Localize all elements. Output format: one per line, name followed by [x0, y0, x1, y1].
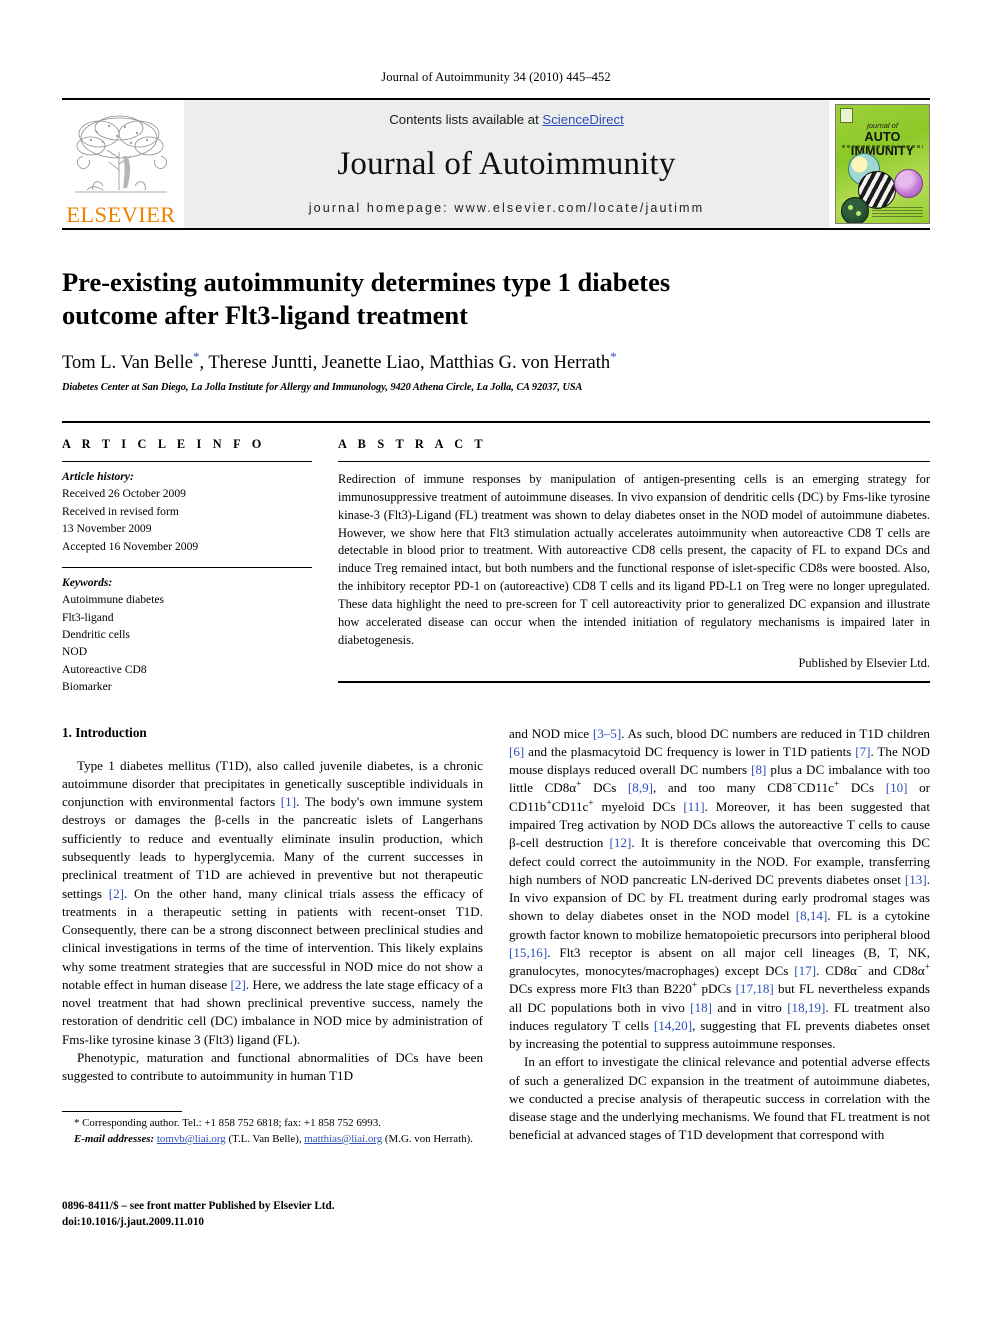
contents-lists-line: Contents lists available at ScienceDirec…: [389, 112, 624, 127]
article-history-item: 13 November 2009: [62, 522, 152, 536]
paragraph: In an effort to investigate the clinical…: [509, 1054, 930, 1143]
footnote-email-label: E-mail addresses:: [74, 1132, 155, 1145]
citation-reference[interactable]: [10]: [886, 780, 908, 795]
corresponding-author-marker: *: [610, 348, 617, 364]
abstract-heading: A B S T R A C T: [338, 436, 487, 451]
journal-masthead: ELSEVIER Contents lists available at Sci…: [62, 98, 930, 228]
email-link-2[interactable]: matthias@liai.org: [304, 1133, 382, 1145]
citation-reference[interactable]: [13]: [905, 872, 927, 887]
citation-reference[interactable]: [6]: [509, 744, 524, 759]
paper-page: Journal of Autoimmunity 34 (2010) 445–45…: [0, 0, 992, 1323]
sciencedirect-link[interactable]: ScienceDirect: [542, 112, 623, 127]
citation-reference[interactable]: [18,19]: [787, 1000, 825, 1015]
article-history-label: Article history:: [62, 469, 134, 483]
citation-reference[interactable]: [8]: [751, 762, 766, 777]
body-column-left: 1. Introduction Type 1 diabetes mellitus…: [62, 725, 483, 1148]
journal-homepage-line[interactable]: journal homepage: www.elsevier.com/locat…: [309, 201, 705, 215]
abstract-bottom-rule: [338, 680, 930, 683]
elsevier-logo: ELSEVIER: [62, 100, 180, 228]
email-link-1[interactable]: tomvb@liai.org: [157, 1133, 226, 1145]
cover-line-2: AUTO IMMUNITY: [850, 130, 915, 158]
keyword-item: Dendritic cells: [62, 628, 130, 642]
corresponding-author-marker: *: [192, 348, 200, 364]
elsevier-wordmark: ELSEVIER: [66, 201, 176, 227]
journal-cover-thumbnail: journal of AUTO IMMUNITY: [835, 104, 930, 224]
citation-reference[interactable]: [17,18]: [736, 981, 774, 996]
citation-reference[interactable]: [8,14]: [796, 908, 828, 923]
running-head: Journal of Autoimmunity 34 (2010) 445–45…: [381, 70, 611, 84]
article-history-item: Received in revised form: [62, 504, 179, 518]
citation-reference[interactable]: [2]: [109, 886, 124, 901]
contents-lists-prefix: Contents lists available at: [389, 112, 543, 127]
article-info-heading: A R T I C L E I N F O: [62, 436, 266, 451]
cover-subtitle-rule: [842, 145, 923, 148]
keyword-item: Flt3-ligand: [62, 610, 114, 624]
email-owner-1: (T.L. Van Belle),: [228, 1132, 302, 1145]
keyword-item: Autoimmune diabetes: [62, 593, 165, 607]
citation-reference[interactable]: [7]: [855, 744, 870, 759]
doi-line: doi:10.1016/j.jaut.2009.11.010: [62, 1215, 205, 1228]
article-history-block: Article history: Received 26 October 200…: [62, 462, 312, 555]
issn-front-matter: 0896-8411/$ – see front matter Published…: [62, 1200, 335, 1212]
article-title: Pre-existing autoimmunity determines typ…: [62, 267, 671, 331]
journal-title: Journal of Autoimmunity: [337, 145, 676, 182]
keyword-item: NOD: [62, 645, 88, 659]
elsevier-tree-icon: [75, 115, 167, 192]
body-column-right: and NOD mice [3–5]. As such, blood DC nu…: [509, 725, 930, 1148]
cover-cell-purple-icon: [894, 169, 923, 198]
citation-reference[interactable]: [12]: [610, 835, 632, 850]
cover-line-1: journal of: [867, 121, 898, 130]
citation-reference[interactable]: [14,20]: [654, 1018, 692, 1033]
author-list: Tom L. Van Belle*, Therese Juntti, Jeane…: [62, 348, 617, 373]
citation-reference[interactable]: [3–5]: [593, 726, 621, 741]
page-footer: 0896-8411/$ – see front matter Published…: [62, 1199, 335, 1231]
paragraph: Phenotypic, maturation and functional ab…: [62, 1049, 483, 1084]
cover-cell-dark-icon: [841, 197, 869, 223]
citation-reference[interactable]: [11]: [683, 799, 704, 814]
affiliation: Diabetes Center at San Diego, La Jolla I…: [62, 381, 583, 393]
email-owner-2: (M.G. von Herrath).: [384, 1132, 473, 1145]
citation-reference[interactable]: [18]: [690, 1000, 712, 1015]
section-heading-introduction: 1. Introduction: [62, 724, 147, 740]
info-abstract-section: A R T I C L E I N F O Article history: R…: [62, 420, 930, 696]
title-block: Pre-existing autoimmunity determines typ…: [62, 230, 930, 393]
keywords-label: Keywords:: [62, 575, 113, 589]
body-columns: 1. Introduction Type 1 diabetes mellitus…: [62, 725, 930, 1148]
keyword-item: Autoreactive CD8: [62, 662, 147, 676]
citation-reference[interactable]: [8,9]: [628, 780, 653, 795]
footnote-email-line: E-mail addresses: tomvb@liai.org (T.L. V…: [62, 1132, 483, 1147]
article-history-item: Accepted 16 November 2009: [62, 539, 199, 553]
citation-reference[interactable]: [2]: [231, 977, 246, 992]
cover-footer-rule: [872, 207, 923, 217]
article-info-column: A R T I C L E I N F O Article history: R…: [62, 437, 312, 696]
published-by: Published by Elsevier Ltd.: [798, 655, 930, 670]
paragraph: Type 1 diabetes mellitus (T1D), also cal…: [62, 757, 483, 1047]
paragraph: and NOD mice [3–5]. As such, blood DC nu…: [509, 725, 931, 1052]
journal-banner: Contents lists available at ScienceDirec…: [184, 100, 829, 228]
citation-reference[interactable]: [17]: [794, 963, 816, 978]
keywords-block: Keywords: Autoimmune diabetes Flt3-ligan…: [62, 568, 312, 696]
citation-reference[interactable]: [1]: [281, 794, 296, 809]
article-history-item: Received 26 October 2009: [62, 487, 186, 501]
abstract-text: Redirection of immune responses by manip…: [338, 471, 930, 647]
keyword-item: Biomarker: [62, 680, 112, 694]
corresponding-author-footnote: * Corresponding author. Tel.: +1 858 752…: [62, 1111, 483, 1147]
citation-reference[interactable]: [15,16]: [509, 945, 547, 960]
abstract-column: A B S T R A C T Redirection of immune re…: [338, 437, 930, 696]
footnote-corresponding-line: * Corresponding author. Tel.: +1 858 752…: [74, 1117, 381, 1130]
